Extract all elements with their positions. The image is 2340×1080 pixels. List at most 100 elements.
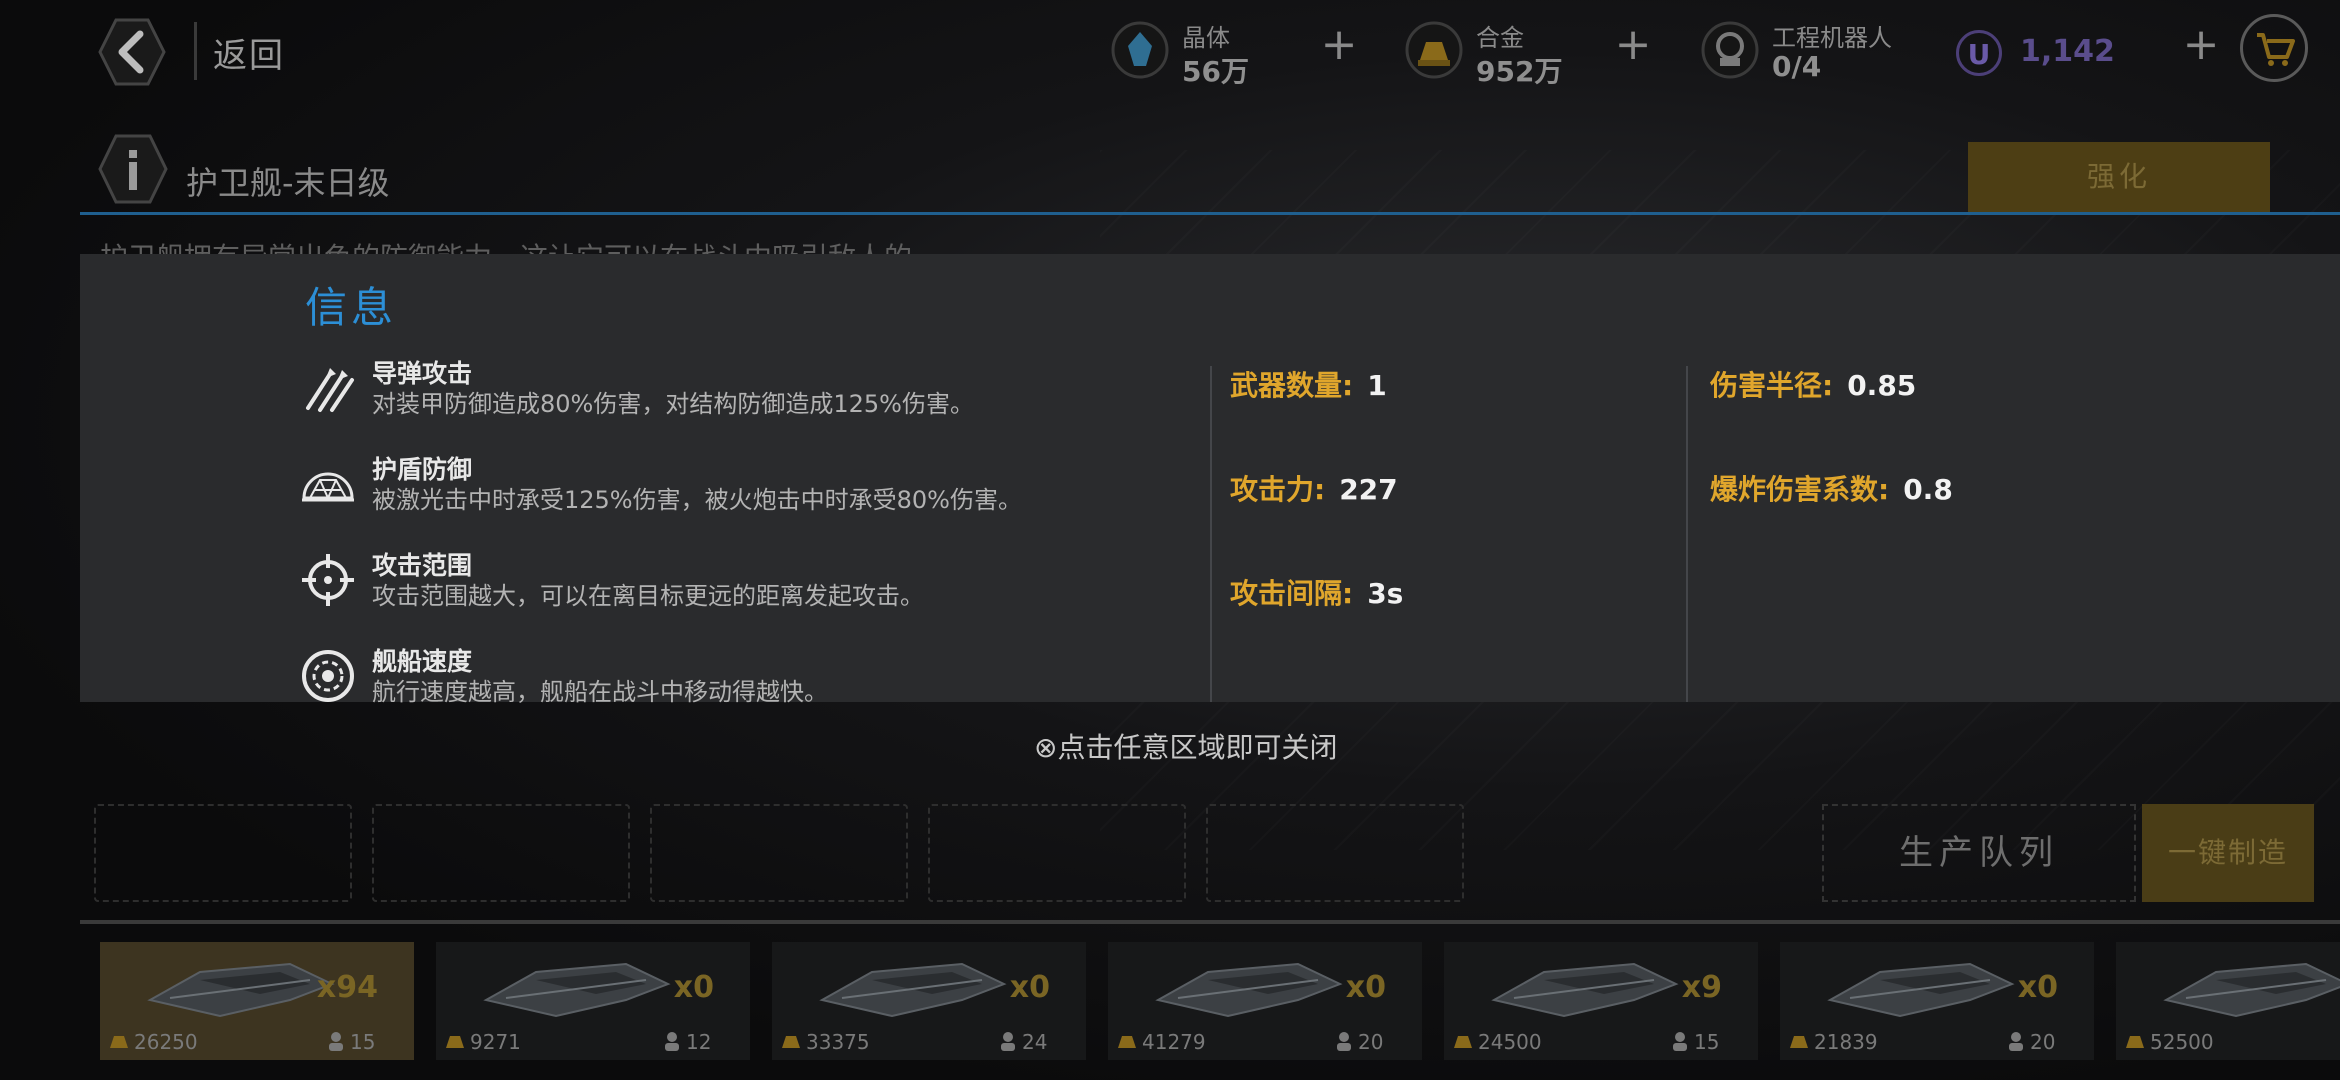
ship-cost: 52500 <box>2150 1030 2214 1054</box>
alloy-icon <box>1118 1036 1136 1048</box>
alloy-icon <box>446 1036 464 1048</box>
crew-icon <box>2009 1032 2023 1051</box>
ship-card[interactable]: x9 24500 15 <box>1444 942 1758 1060</box>
column-divider <box>1686 366 1688 702</box>
one-click-make-button[interactable]: 一键制造 <box>2142 804 2314 902</box>
ship-image-icon <box>1827 962 2015 1018</box>
production-slot[interactable] <box>94 804 352 902</box>
resource-name: 合金 <box>1476 24 1524 52</box>
ship-crew: 24 <box>1022 1030 1048 1054</box>
header-divider <box>80 212 2340 215</box>
alloy-icon <box>782 1036 800 1048</box>
column-divider <box>1210 366 1212 702</box>
ship-image-icon <box>147 962 335 1018</box>
feature-desc: 被激光击中时承受125%伤害，被火炮击中时承受80%伤害。 <box>372 486 1022 514</box>
ship-image-icon <box>1155 962 1343 1018</box>
ship-cost: 21839 <box>1814 1030 1878 1054</box>
cart-icon <box>2257 33 2295 66</box>
add-alloy-button[interactable]: + <box>1610 23 1656 70</box>
crew-icon <box>329 1032 343 1051</box>
stat-value: 0.85 <box>1847 369 1917 402</box>
alloy-icon <box>1790 1036 1808 1048</box>
add-premium-button[interactable]: + <box>2178 23 2224 70</box>
production-slot[interactable] <box>928 804 1186 902</box>
top-bar: 返回 晶体 56万 + 合金 952万 + 工程机器人 0/4 U 1,142 … <box>0 0 2340 110</box>
ship-crew: 15 <box>1694 1030 1720 1054</box>
production-slot[interactable] <box>372 804 630 902</box>
ship-card[interactable]: 52500 <box>2116 942 2340 1060</box>
ship-cost: 9271 <box>470 1030 521 1054</box>
ship-card[interactable]: x0 33375 24 <box>772 942 1086 1060</box>
resource-name: 工程机器人 <box>1772 24 1892 52</box>
shield-dome-icon <box>302 472 354 502</box>
ship-crew: 12 <box>686 1030 712 1054</box>
ship-card[interactable]: x94 26250 15 <box>100 942 414 1060</box>
stat-weapon-count: 武器数量: 1 <box>1230 364 1387 404</box>
stat-attack: 攻击力: 227 <box>1230 468 1398 508</box>
stat-damage-radius: 伤害半径: 0.85 <box>1710 364 1916 404</box>
back-label[interactable]: 返回 <box>213 28 285 77</box>
crew-icon <box>665 1032 679 1051</box>
feature-desc: 航行速度越高，舰船在战斗中移动得越快。 <box>372 678 828 706</box>
crystal-icon <box>1111 21 1169 79</box>
stat-label: 爆炸伤害系数: <box>1710 473 1890 506</box>
stat-attack-interval: 攻击间隔: 3s <box>1230 572 1403 612</box>
ship-crew: 15 <box>350 1030 376 1054</box>
stat-label: 攻击间隔: <box>1230 577 1354 610</box>
info-popup[interactable]: 信息 导弹攻击 对装甲防御造成80%伤害，对结构防御造成125%伤害。 护盾防御… <box>80 254 2340 706</box>
production-slot[interactable] <box>650 804 908 902</box>
stat-value: 227 <box>1339 473 1398 506</box>
stat-value: 1 <box>1367 369 1387 402</box>
close-hint[interactable]: ⊗点击任意区域即可关闭 <box>1034 726 1337 766</box>
stat-label: 攻击力: <box>1230 473 1326 506</box>
crew-icon <box>1001 1032 1015 1051</box>
crew-icon <box>1337 1032 1351 1051</box>
resource-value: 0/4 <box>1772 50 1822 83</box>
feature-desc: 攻击范围越大，可以在离目标更远的距离发起攻击。 <box>372 582 924 610</box>
ship-count: x9 <box>1681 970 1722 1005</box>
shop-button[interactable] <box>2240 14 2308 82</box>
alloy-icon <box>1405 21 1463 79</box>
ship-count: x0 <box>1009 970 1050 1005</box>
resource-value: 56万 <box>1182 55 1249 88</box>
stat-value: 3s <box>1367 577 1404 610</box>
ship-cost: 26250 <box>134 1030 198 1054</box>
bottom-divider <box>80 920 2340 924</box>
stat-label: 伤害半径: <box>1710 369 1834 402</box>
ship-count: x0 <box>1345 970 1386 1005</box>
ship-card[interactable]: x0 9271 12 <box>436 942 750 1060</box>
ship-image-icon <box>819 962 1007 1018</box>
feature-item: 攻击范围 攻击范围越大，可以在离目标更远的距离发起攻击。 <box>300 546 1140 626</box>
ship-image-icon <box>483 962 671 1018</box>
stat-label: 武器数量: <box>1230 369 1354 402</box>
ship-count: x94 <box>316 970 378 1005</box>
info-icon[interactable] <box>96 132 170 206</box>
feature-item: 舰船速度 航行速度越高，舰船在战斗中移动得越快。 <box>300 642 1140 722</box>
production-queue-button[interactable]: 生产队列 <box>1822 804 2136 902</box>
alloy-icon <box>2126 1036 2144 1048</box>
robot-icon <box>1701 21 1759 79</box>
crew-icon <box>1673 1032 1687 1051</box>
ship-cost: 24500 <box>1478 1030 1542 1054</box>
feature-item: 导弹攻击 对装甲防御造成80%伤害，对结构防御造成125%伤害。 <box>300 354 1140 434</box>
ship-card[interactable]: x0 41279 20 <box>1108 942 1422 1060</box>
resource-value: 952万 <box>1476 55 1563 88</box>
feature-desc: 对装甲防御造成80%伤害，对结构防御造成125%伤害。 <box>372 390 974 418</box>
missile-icon <box>306 368 354 412</box>
ship-cost: 41279 <box>1142 1030 1206 1054</box>
alloy-icon <box>1454 1036 1472 1048</box>
stat-value: 0.8 <box>1903 473 1953 506</box>
speed-icon <box>302 650 354 702</box>
production-slot[interactable] <box>1206 804 1464 902</box>
ship-description: 护卫舰拥有异常出色的防御能力，这让它可以在战斗中吸引敌人的 <box>100 236 912 254</box>
ship-crew: 20 <box>1358 1030 1384 1054</box>
add-crystal-button[interactable]: + <box>1316 23 1362 70</box>
ship-card[interactable]: x0 21839 20 <box>1780 942 2094 1060</box>
feature-item: 护盾防御 被激光击中时承受125%伤害，被火炮击中时承受80%伤害。 <box>300 450 1140 530</box>
back-button[interactable] <box>96 16 168 88</box>
divider <box>194 22 197 80</box>
strengthen-button[interactable]: 强化 <box>1968 142 2270 212</box>
ship-count: x0 <box>673 970 714 1005</box>
ship-image-icon <box>2163 962 2340 1018</box>
ship-image-icon <box>1491 962 1679 1018</box>
